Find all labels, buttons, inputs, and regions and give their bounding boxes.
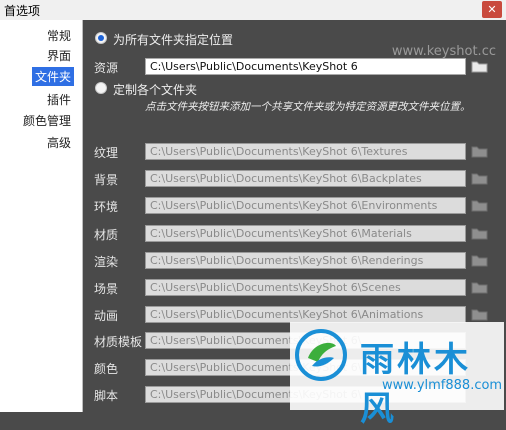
resource-label: 资源 [94, 61, 119, 75]
folder-icon[interactable] [471, 254, 489, 267]
folder-path-environments[interactable]: C:\Users\Public\Documents\KeyShot 6\Envi… [145, 197, 466, 214]
folder-path-scenes[interactable]: C:\Users\Public\Documents\KeyShot 6\Scen… [145, 279, 466, 296]
sidebar-item-plugins[interactable]: 插件 [44, 90, 74, 109]
hint-text: 点击文件夹按钮来添加一个共享文件夹或为特定资源更改文件夹位置。 [145, 101, 471, 113]
folder-label-environments: 环境 [94, 200, 119, 214]
folder-path-textures[interactable]: C:\Users\Public\Documents\KeyShot 6\Text… [145, 143, 466, 160]
folder-path-materials[interactable]: C:\Users\Public\Documents\KeyShot 6\Mate… [145, 225, 466, 242]
folder-icon[interactable] [471, 227, 489, 240]
custom-folders-label: 定制各个文件夹 [113, 83, 198, 97]
brand-logo: 雨林木风 www.ylmf888.com [290, 322, 504, 429]
folder-label-scripts: 脚本 [94, 389, 119, 403]
folder-label-scenes: 场景 [94, 282, 119, 296]
folder-icon[interactable] [471, 172, 489, 185]
folder-icon[interactable] [471, 281, 489, 294]
resource-folder-icon[interactable] [471, 60, 489, 73]
custom-folders-radio[interactable] [95, 82, 107, 94]
close-button[interactable]: ✕ [482, 1, 502, 18]
folder-label-colors: 颜色 [94, 362, 119, 376]
sidebar-item-general[interactable]: 常规 [44, 26, 74, 45]
sidebar-item-folders[interactable]: 文件夹 [31, 67, 74, 86]
folder-icon[interactable] [471, 308, 489, 321]
folder-label-materials: 材质 [94, 228, 119, 242]
resource-path-field[interactable]: C:\Users\Public\Documents\KeyShot 6 [145, 58, 466, 75]
window-title: 首选项 [4, 4, 41, 18]
sidebar-item-interface[interactable]: 界面 [44, 46, 74, 65]
folder-path-renderings[interactable]: C:\Users\Public\Documents\KeyShot 6\Rend… [145, 252, 466, 269]
brand-url: www.ylmf888.com [382, 378, 503, 393]
watermark-text: www.keyshot.cc [391, 44, 496, 59]
folder-label-material-templates: 材质模板 [94, 335, 143, 349]
folder-label-backplates: 背景 [94, 173, 119, 187]
sidebar-item-advanced[interactable]: 高级 [44, 133, 74, 152]
leaf-logo-icon [295, 329, 347, 381]
title-bar: 首选项 ✕ [0, 0, 506, 20]
folder-icon[interactable] [471, 145, 489, 158]
folder-icon[interactable] [471, 199, 489, 212]
all-folders-label: 为所有文件夹指定位置 [113, 33, 234, 47]
sidebar-item-color-management[interactable]: 颜色管理 [20, 111, 74, 130]
folder-label-textures: 纹理 [94, 146, 119, 160]
folder-label-animations: 动画 [94, 309, 119, 323]
sidebar: 常规 界面 文件夹 插件 颜色管理 高级 [0, 20, 83, 412]
folder-path-animations[interactable]: C:\Users\Public\Documents\KeyShot 6\Anim… [145, 306, 466, 323]
folder-path-backplates[interactable]: C:\Users\Public\Documents\KeyShot 6\Back… [145, 170, 466, 187]
folder-label-renderings: 渲染 [94, 255, 119, 269]
all-folders-radio[interactable] [95, 32, 107, 44]
